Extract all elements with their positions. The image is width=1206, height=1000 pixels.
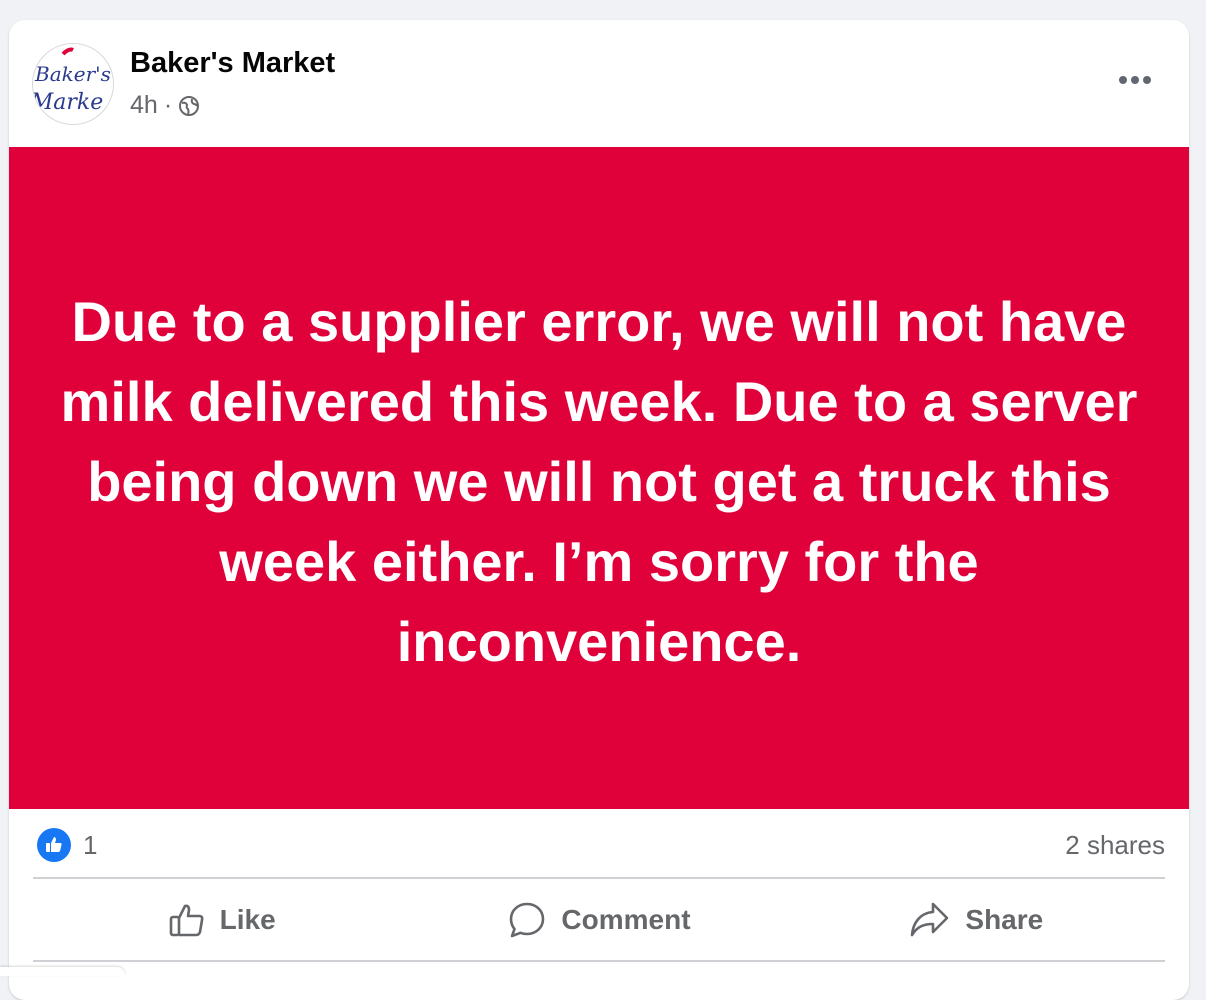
comment-button[interactable]: Comment [410, 880, 787, 960]
post-message: Due to a supplier error, we will not hav… [60, 290, 1138, 673]
post-card: Baker's Marke Baker's Market 4h · Due to… [9, 20, 1189, 1000]
meta-separator: · [163, 90, 173, 119]
like-label: Like [219, 904, 276, 935]
like-reaction-icon[interactable] [37, 828, 71, 862]
post-stats: 1 2 shares [33, 820, 1165, 878]
globe-icon[interactable] [178, 95, 200, 117]
bottom-edge-fragment [0, 967, 125, 976]
post-header: Baker's Marke Baker's Market 4h · [9, 20, 1189, 147]
like-button[interactable]: Like [33, 880, 410, 960]
actions-divider [33, 960, 1165, 962]
thumbs-up-icon [169, 904, 204, 937]
post-time[interactable]: 4h [130, 91, 158, 120]
post-text-banner: Due to a supplier error, we will not hav… [9, 147, 1189, 809]
more-dot-icon [1143, 76, 1151, 84]
page-avatar[interactable]: Baker's Marke [32, 43, 114, 125]
share-label: Share [965, 904, 1044, 935]
avatar-text-line1: Baker's [34, 62, 111, 86]
post-actions: Like Comment Share [33, 880, 1165, 960]
like-count[interactable]: 1 [83, 830, 97, 861]
post-meta: 4h · [130, 90, 200, 120]
avatar-logo: Baker's Marke [33, 47, 111, 115]
comment-label: Comment [561, 904, 691, 935]
avatar-text-line2: Marke [33, 90, 103, 115]
more-dot-icon [1131, 76, 1139, 84]
share-count[interactable]: 2 shares [1065, 830, 1165, 861]
comment-icon [510, 902, 545, 938]
share-arrow-icon [911, 902, 949, 937]
share-button[interactable]: Share [788, 880, 1165, 960]
stats-divider [33, 877, 1165, 879]
page-name[interactable]: Baker's Market [130, 47, 335, 80]
more-options-button[interactable] [1109, 60, 1161, 100]
more-dot-icon [1119, 76, 1127, 84]
